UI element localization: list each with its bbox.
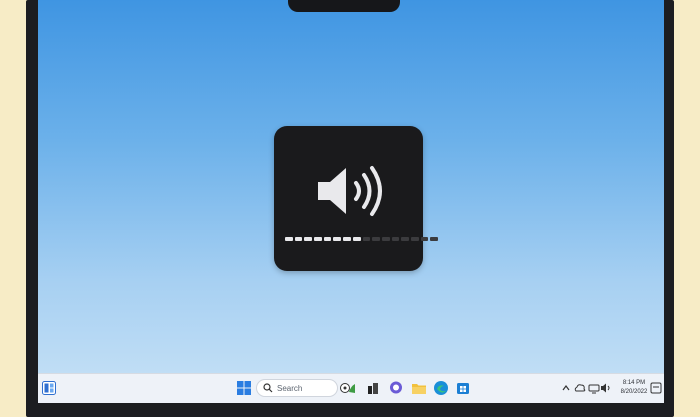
speaker-volume-icon bbox=[318, 166, 382, 216]
volume-segment bbox=[333, 237, 342, 241]
volume-segment bbox=[304, 237, 313, 241]
cloud-icon[interactable] bbox=[574, 381, 586, 395]
taskbar: Search 8:14 PM 8/20/2022 bbox=[38, 373, 664, 403]
game-icon[interactable] bbox=[340, 380, 356, 396]
network-icon[interactable] bbox=[588, 381, 600, 395]
start-icon[interactable] bbox=[236, 380, 252, 396]
widgets-icon[interactable] bbox=[42, 381, 56, 395]
volume-osd bbox=[274, 126, 438, 271]
volume-segment bbox=[362, 237, 371, 241]
camera-notch bbox=[288, 0, 400, 12]
search-box[interactable]: Search bbox=[256, 379, 338, 397]
desktop-screen: Search 8:14 PM 8/20/2022 bbox=[38, 0, 664, 403]
search-label: Search bbox=[277, 383, 303, 393]
volume-segment bbox=[323, 237, 332, 241]
volume-segment bbox=[391, 237, 400, 241]
volume-segment bbox=[294, 237, 303, 241]
notification-icon[interactable] bbox=[650, 381, 662, 395]
volume-level-bar bbox=[285, 237, 438, 241]
search-icon bbox=[263, 383, 273, 393]
volume-segment bbox=[430, 237, 438, 241]
chat-icon[interactable] bbox=[388, 380, 404, 396]
volume-segment bbox=[343, 237, 351, 241]
volume-segment bbox=[314, 237, 322, 241]
volume-segment bbox=[285, 237, 293, 241]
volume-segment bbox=[401, 237, 409, 241]
task-icon[interactable] bbox=[365, 380, 381, 396]
volume-segment bbox=[410, 237, 419, 241]
store-icon[interactable] bbox=[455, 380, 471, 396]
volume-segment bbox=[420, 237, 429, 241]
file-explorer-icon[interactable] bbox=[411, 380, 427, 396]
volume-segment bbox=[352, 237, 361, 241]
volume-segment bbox=[372, 237, 380, 241]
volume-segment bbox=[381, 237, 390, 241]
chevron-up-icon[interactable] bbox=[561, 381, 571, 395]
edge-icon[interactable] bbox=[433, 380, 449, 396]
